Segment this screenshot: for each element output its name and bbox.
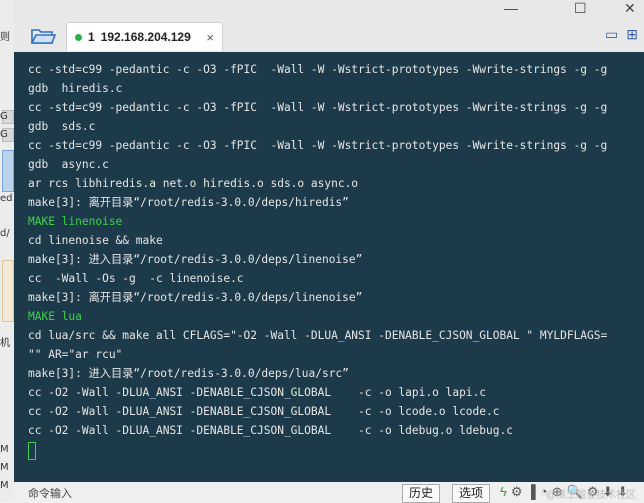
left-fragment: M bbox=[0, 444, 9, 455]
terminal-line: cc -O2 -Wall -DLUA_ANSI -DENABLE_CJSON_G… bbox=[28, 405, 500, 418]
terminal-output[interactable]: cc -std=c99 -pedantic -c -O3 -fPIC -Wall… bbox=[14, 52, 644, 482]
terminal-line: cd lua/src && make all CFLAGS="-O2 -Wall… bbox=[28, 329, 608, 342]
terminal-line: ar rcs libhiredis.a net.o hiredis.o sds.… bbox=[28, 177, 359, 190]
tab-title: 192.168.204.129 bbox=[100, 30, 191, 44]
terminal-line: cc -std=c99 -pedantic -c -O3 -fPIC -Wall… bbox=[28, 139, 608, 152]
left-fragment: G bbox=[0, 129, 8, 140]
status-bar: 命令输入 历史 选项 ϟ ⚙ ▐ ◔ ⊕ 🔍 ⚙ ⬇ ⬇ @稀土掘金技术社区 bbox=[14, 482, 644, 503]
left-fragment: M bbox=[0, 462, 9, 473]
options-button[interactable]: 选项 bbox=[452, 484, 491, 503]
history-button[interactable]: 历史 bbox=[402, 484, 441, 503]
terminal-line: cc -O2 -Wall -DLUA_ANSI -DENABLE_CJSON_G… bbox=[28, 424, 513, 437]
terminal-line: cc -Wall -Os -g -c linenoise.c bbox=[28, 272, 244, 285]
terminal-cursor bbox=[28, 442, 36, 460]
tab-close-icon[interactable]: × bbox=[206, 30, 214, 45]
terminal-line: make[3]: 进入目录“/root/redis-3.0.0/deps/lua… bbox=[28, 367, 349, 380]
left-fragment: d/ bbox=[0, 228, 10, 239]
gear-icon[interactable]: ⚙ bbox=[511, 484, 523, 500]
terminal-line: cc -O2 -Wall -DLUA_ANSI -DENABLE_CJSON_G… bbox=[28, 386, 487, 399]
terminal-line: cc -std=c99 -pedantic -c -O3 -fPIC -Wall… bbox=[28, 101, 608, 114]
terminal-line: cc -std=c99 -pedantic -c -O3 -fPIC -Wall… bbox=[28, 63, 608, 76]
panel-icon[interactable]: ▐ bbox=[527, 484, 536, 500]
terminal-line: gdb hiredis.c bbox=[28, 82, 123, 95]
left-fragment: 机 bbox=[0, 338, 10, 349]
left-selection bbox=[2, 150, 14, 192]
connected-status-icon bbox=[75, 33, 82, 41]
terminal-line: make[3]: 离开目录“/root/redis-3.0.0/deps/lin… bbox=[28, 291, 363, 304]
close-window-button[interactable]: ✕ bbox=[624, 0, 636, 17]
terminal-line: gdb sds.c bbox=[28, 120, 96, 133]
grid-icon[interactable]: ⊞ bbox=[626, 26, 638, 43]
terminal-line: make[3]: 离开目录“/root/redis-3.0.0/deps/hir… bbox=[28, 196, 349, 209]
tab-number: 1 bbox=[88, 30, 95, 44]
minimize-button[interactable]: — bbox=[504, 0, 518, 16]
left-fragment: M bbox=[0, 480, 9, 491]
layout-icon[interactable]: ▭ bbox=[605, 26, 618, 43]
terminal-line: make[3]: 进入目录“/root/redis-3.0.0/deps/lin… bbox=[28, 253, 363, 266]
left-fragment: 则 bbox=[0, 32, 10, 43]
left-chart-fragment bbox=[2, 260, 14, 322]
session-tab[interactable]: 1 192.168.204.129 × bbox=[66, 22, 223, 51]
terminal-line: cd linenoise && make bbox=[28, 234, 163, 247]
terminal-line: MAKE lua bbox=[28, 310, 82, 323]
toolbar-right: ▭ ⊞ bbox=[605, 26, 638, 43]
terminal-line: "" AR="ar rcu" bbox=[28, 348, 123, 361]
watermark: @稀土掘金技术社区 bbox=[545, 490, 636, 501]
left-window-strip: 则 G G ed d/ 机 M M M bbox=[0, 0, 14, 501]
terminal-line: MAKE linenoise bbox=[28, 215, 123, 228]
lightning-icon[interactable]: ϟ bbox=[500, 484, 507, 500]
title-toolbar: — ☐ ✕ 1 192.168.204.129 × ▭ ⊞ bbox=[14, 0, 644, 52]
left-fragment: ed bbox=[0, 193, 13, 204]
terminal-line: gdb async.c bbox=[28, 158, 109, 171]
maximize-button[interactable]: ☐ bbox=[574, 0, 587, 17]
left-fragment: G bbox=[0, 111, 8, 122]
folder-icon[interactable] bbox=[30, 26, 56, 46]
command-input[interactable]: 命令输入 bbox=[28, 485, 72, 501]
